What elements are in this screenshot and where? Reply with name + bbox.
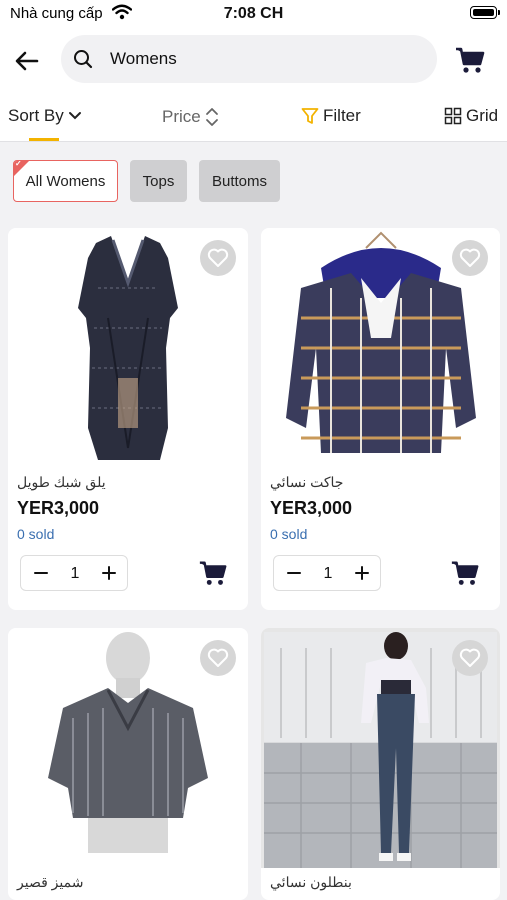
sort-filter-toolbar: Sort By Price Filter Grid [0,92,507,142]
decrement-button[interactable] [29,561,53,585]
quantity-stepper: 1 [273,555,381,591]
decrement-button[interactable] [282,561,306,585]
favorite-button[interactable] [452,640,488,676]
active-tab-underline [29,138,59,141]
filter-button[interactable]: Filter [301,106,361,126]
add-to-cart-icon[interactable] [198,558,228,588]
price-sort-button[interactable]: Price [162,106,219,128]
favorite-button[interactable] [200,240,236,276]
price-label: Price [162,107,201,126]
chip-label: Tops [142,172,175,190]
product-name: بنطلون نسائي [270,874,352,890]
favorite-button[interactable] [452,240,488,276]
check-icon: ✓ [15,160,22,168]
heart-icon [459,248,481,267]
chip-bottoms[interactable]: Buttoms [199,160,280,202]
add-to-cart-icon[interactable] [450,558,480,588]
product-sold-count: 0 sold [17,526,55,542]
search-icon [74,50,93,69]
product-card[interactable]: يلق شبك طويل YER3,000 0 sold 1 [8,228,248,610]
heart-icon [207,248,229,267]
minus-icon [287,572,301,574]
filter-icon [301,108,319,124]
sort-arrows-icon [205,108,218,126]
plus-icon [355,566,369,580]
plus-icon [102,566,116,580]
header [0,30,507,92]
chip-label: All Womens [25,172,106,190]
grid-label: Grid [466,106,499,125]
heart-icon [459,648,481,667]
filter-label: Filter [323,106,361,125]
sort-by-button[interactable]: Sort By [8,106,82,126]
grid-icon [444,107,462,125]
favorite-button[interactable] [200,640,236,676]
increment-button[interactable] [97,561,121,585]
chip-all-womens[interactable]: ✓ All Womens [13,160,118,202]
back-arrow-icon[interactable] [12,46,42,76]
product-name: يلق شبك طويل [17,474,106,490]
product-name: جاكت نسائي [270,474,344,490]
battery-icon [470,6,500,19]
chip-label: Buttoms [211,172,268,190]
sort-by-label: Sort By [8,106,64,125]
search-input[interactable] [110,35,410,83]
quantity-value: 1 [323,565,333,582]
product-card[interactable]: جاكت نسائي YER3,000 0 sold 1 [261,228,500,610]
status-bar: Nhà cung cấp 7:08 CH [0,0,507,30]
quantity-stepper: 1 [20,555,128,591]
heart-icon [207,648,229,667]
cart-icon[interactable] [454,44,486,76]
grid-view-button[interactable]: Grid [444,106,498,126]
product-name: شميز قصير [17,874,84,890]
chip-tops[interactable]: Tops [130,160,187,202]
product-price: YER3,000 [17,498,100,518]
status-time: 7:08 CH [223,5,284,22]
increment-button[interactable] [350,561,374,585]
search-bar[interactable] [61,35,437,83]
product-sold-count: 0 sold [270,526,308,542]
product-card[interactable]: شميز قصير [8,628,248,900]
product-price: YER3,000 [270,498,353,518]
product-card[interactable]: بنطلون نسائي [261,628,500,900]
chevron-down-icon [68,112,81,120]
minus-icon [34,572,48,574]
quantity-value: 1 [70,565,80,582]
